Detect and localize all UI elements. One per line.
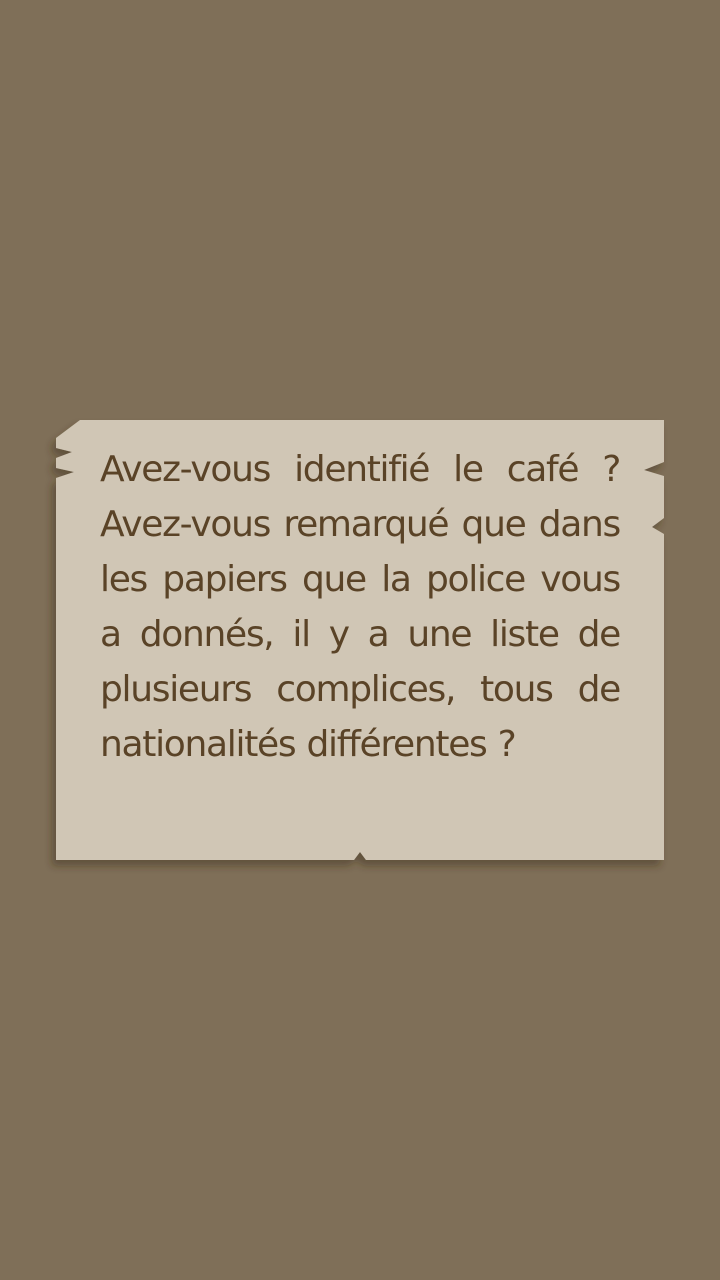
note-text: Avez-vous identifié le café ? Avez-vous … <box>100 449 621 765</box>
torn-paper-note: Avez-vous identifié le café ? Avez-vous … <box>56 420 664 860</box>
